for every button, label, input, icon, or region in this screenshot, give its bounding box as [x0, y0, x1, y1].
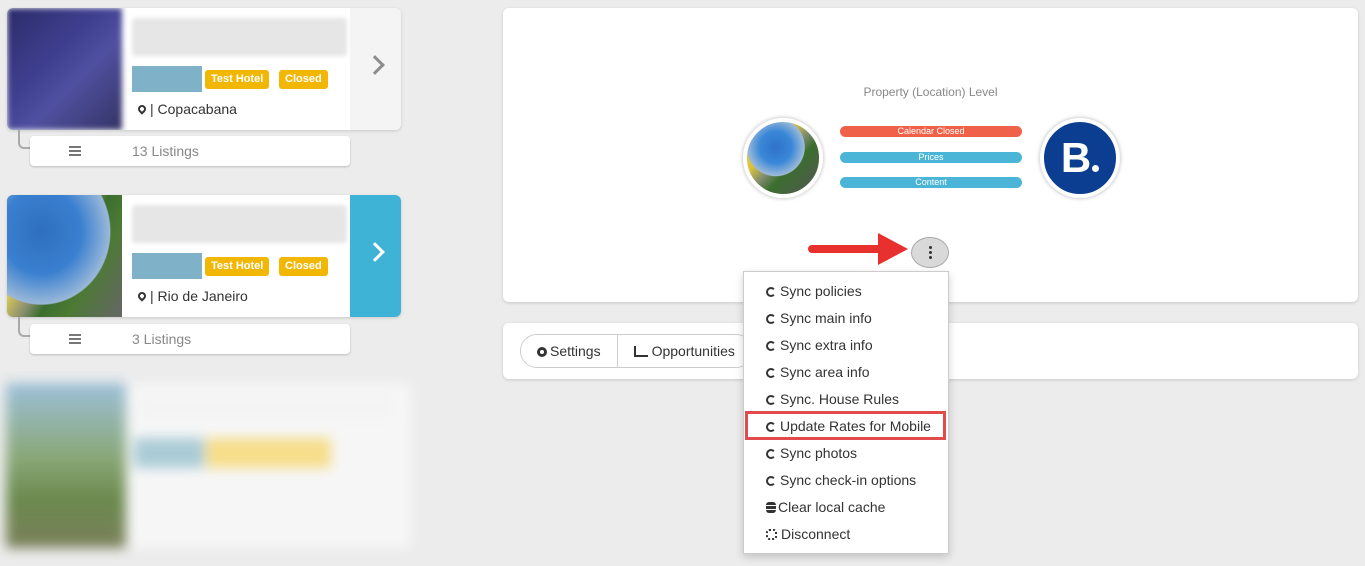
map-marker-icon [136, 103, 148, 115]
menu-sync-extra-info[interactable]: Sync extra info [744, 332, 948, 359]
menu-item-label: Disconnect [781, 526, 851, 542]
hotel-name-redacted [132, 18, 347, 56]
tab-settings-label: Settings [550, 343, 601, 359]
test-hotel-badge: Test Hotel [205, 70, 270, 89]
refresh-icon [766, 314, 776, 324]
level-title: Property (Location) Level [863, 85, 998, 99]
closed-badge: Closed [279, 257, 328, 276]
menu-item-label: Sync photos [780, 445, 858, 461]
menu-sync-policies[interactable]: Sync policies [744, 278, 948, 305]
property-photo [743, 118, 823, 198]
menu-sync-checkin-options[interactable]: Sync check-in options [744, 467, 948, 494]
gear-icon [537, 347, 547, 357]
annotation-arrow-head [878, 233, 908, 265]
hotel-chip-redacted [132, 66, 202, 92]
tab-opportunities-label: Opportunities [651, 343, 735, 359]
closed-badge: Closed [279, 70, 328, 89]
menu-item-label: Clear local cache [778, 499, 886, 515]
hotel-card[interactable]: Test Hotel Closed | Rio de Janeiro [7, 195, 401, 317]
list-icon [69, 146, 81, 156]
channel-card: Property (Location) Level Calendar Close… [503, 8, 1358, 302]
hotel-chip-redacted [132, 253, 202, 279]
menu-item-label: Sync area info [780, 364, 870, 380]
hotel-thumbnail [7, 195, 122, 317]
refresh-icon [766, 368, 776, 378]
unlink-icon [766, 529, 777, 540]
list-icon [69, 334, 81, 344]
annotation-arrow [808, 245, 883, 253]
annotation-highlight-box [745, 411, 946, 440]
refresh-icon [766, 476, 776, 486]
database-icon [766, 502, 776, 513]
hotel-location: | Rio de Janeiro [136, 288, 248, 304]
refresh-icon [766, 395, 776, 405]
chevron-right-icon [365, 55, 385, 75]
tab-group: Settings Opportunities [520, 334, 753, 368]
chevron-right-icon [365, 242, 385, 262]
content-status: Content [840, 177, 1022, 188]
hotel-card[interactable]: Test Hotel Closed | Copacabana [7, 8, 401, 130]
calendar-closed-status: Calendar Closed [840, 126, 1022, 137]
trend-chart-icon [633, 346, 648, 357]
refresh-icon [766, 449, 776, 459]
hotel-thumbnail [7, 8, 122, 130]
menu-item-label: Sync check-in options [780, 472, 917, 488]
open-hotel-button[interactable] [350, 195, 401, 317]
hotel-name-redacted [132, 205, 347, 243]
hotel-location: | Copacabana [136, 101, 237, 117]
menu-item-label: Sync policies [780, 283, 862, 299]
tab-opportunities[interactable]: Opportunities [617, 335, 752, 367]
menu-item-label: Sync main info [780, 310, 872, 326]
listings-row[interactable]: 13 Listings [30, 136, 350, 166]
location-label: | Rio de Janeiro [150, 288, 248, 304]
tab-settings[interactable]: Settings [521, 335, 618, 367]
menu-sync-main-info[interactable]: Sync main info [744, 305, 948, 332]
listings-count: 3 Listings [132, 331, 192, 347]
more-options-button[interactable] [911, 237, 949, 268]
listings-row[interactable]: 3 Listings [30, 324, 350, 354]
open-hotel-button[interactable] [350, 8, 401, 130]
refresh-icon [766, 341, 776, 351]
menu-item-label: Sync. House Rules [780, 391, 900, 407]
location-label: | Copacabana [150, 101, 237, 117]
menu-sync-photos[interactable]: Sync photos [744, 440, 948, 467]
booking-logo: B [1040, 118, 1120, 198]
hotel-card-blurred [6, 383, 411, 548]
menu-clear-local-cache[interactable]: Clear local cache [744, 494, 948, 521]
kebab-icon [929, 246, 932, 249]
booking-letter: B [1060, 134, 1092, 181]
listings-count: 13 Listings [132, 143, 199, 159]
menu-item-label: Sync extra info [780, 337, 873, 353]
test-hotel-badge: Test Hotel [205, 257, 270, 276]
prices-status: Prices [840, 152, 1022, 163]
menu-disconnect[interactable]: Disconnect [744, 521, 948, 548]
refresh-icon [766, 287, 776, 297]
map-marker-icon [136, 290, 148, 302]
menu-sync-house-rules[interactable]: Sync. House Rules [744, 386, 948, 413]
menu-sync-area-info[interactable]: Sync area info [744, 359, 948, 386]
